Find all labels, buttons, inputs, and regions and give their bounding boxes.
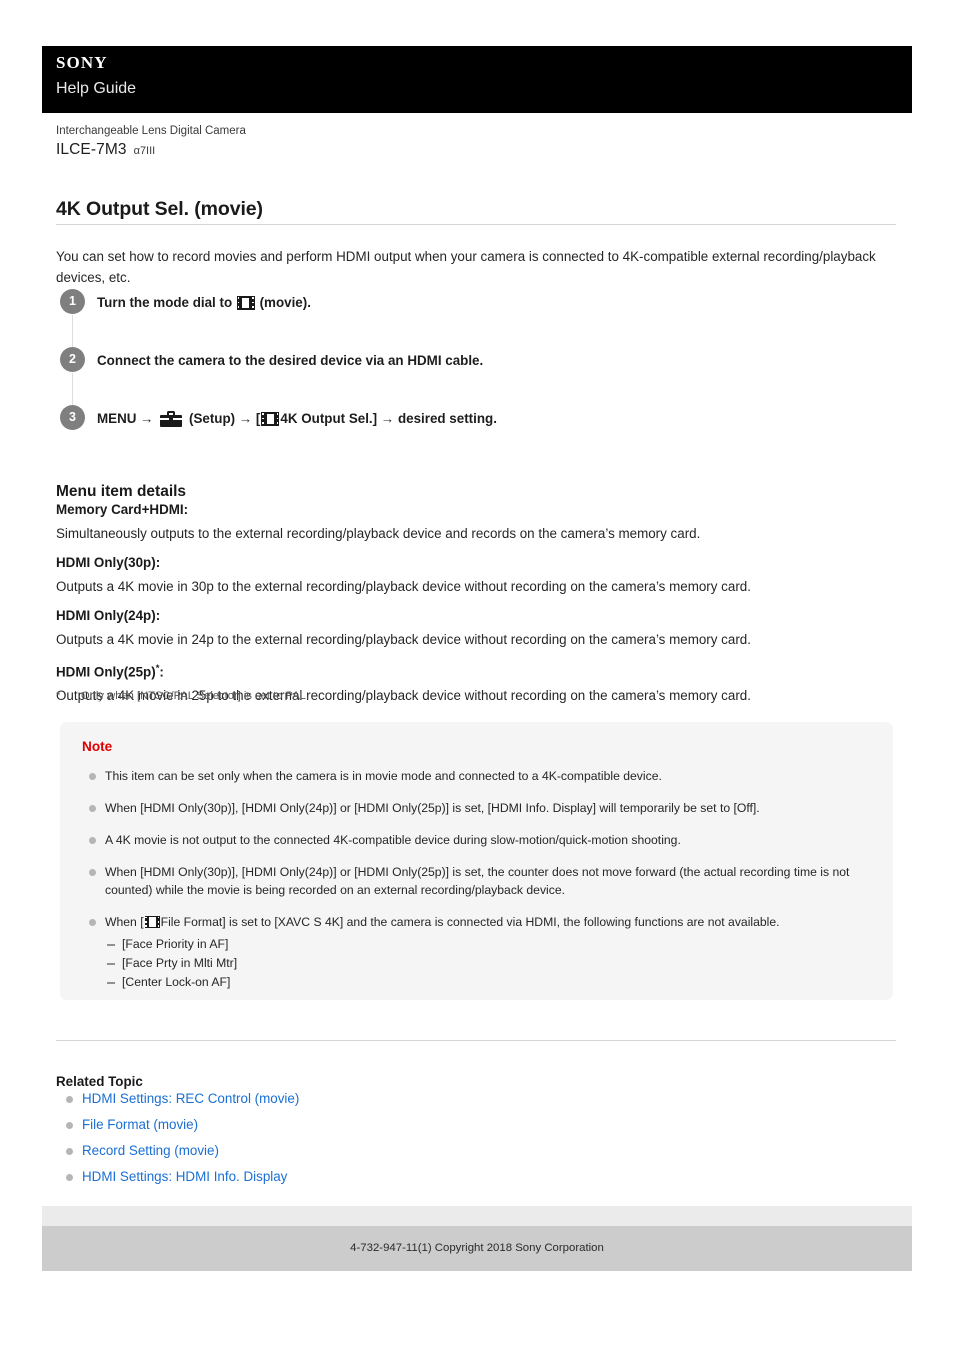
step-connector-line [72, 315, 73, 349]
menu-item-term: HDMI Only(24p): [56, 608, 161, 623]
menu-item-term: Memory Card+HDMI: [56, 502, 189, 517]
movie-film-icon [144, 916, 160, 928]
bullet-icon [66, 1174, 73, 1181]
menu-item-description: Outputs a 4K movie in 30p to the externa… [56, 579, 751, 594]
dash-icon [107, 982, 115, 984]
product-model: ILCE-7M3 [56, 141, 127, 158]
note-sub-item: [Center Lock-on AF] [105, 973, 871, 992]
footer-spacer [42, 1206, 912, 1226]
title-divider [56, 224, 896, 225]
note-sub-list: [Face Priority in AF] [Face Prty in Mlti… [105, 935, 871, 992]
site-header: SONY Help Guide [42, 46, 912, 113]
note-box: Note This item can be set only when the … [60, 722, 893, 1000]
bullet-icon [89, 837, 96, 844]
menu-item-description: Outputs a 4K movie in 24p to the externa… [56, 632, 751, 647]
bullet-icon [66, 1148, 73, 1155]
footnote-star: * [56, 690, 61, 702]
bullet-icon [89, 805, 96, 812]
bullet-icon [66, 1096, 73, 1103]
movie-film-icon [236, 295, 255, 310]
procedure-steps: 1 Turn the mode dial to (movie). 2 Conne… [60, 289, 900, 435]
note-sub-item-text: [Center Lock-on AF] [122, 975, 231, 989]
step-1-text-after: (movie). [255, 295, 311, 310]
note-items-list: This item can be set only when the camer… [82, 767, 871, 992]
related-topic-item: HDMI Settings: REC Control (movie) [56, 1086, 756, 1112]
step-number-badge: 3 [60, 405, 85, 430]
note-item-text: This item can be set only when the camer… [105, 769, 662, 783]
step-3: 3 MENU → (Setup) → [4K Output Sel.] → d… [60, 405, 900, 435]
menu-item-term-colon: : [159, 664, 164, 680]
dash-icon [107, 963, 115, 965]
movie-film-icon [261, 411, 280, 426]
note-item-text: When [HDMI Only(30p)], [HDMI Only(24p)] … [105, 865, 850, 897]
note-item: A 4K movie is not output to the connecte… [82, 831, 871, 849]
step-3-text: MENU → (Setup) → [4K Output Sel.] → des… [97, 405, 900, 429]
related-topic-list: HDMI Settings: REC Control (movie) File … [56, 1086, 756, 1190]
bullet-icon [89, 773, 96, 780]
footnote: * Only when [NTSC/PAL Selector] is set to… [56, 688, 309, 704]
step-1: 1 Turn the mode dial to (movie). [60, 289, 900, 349]
help-guide-title: Help Guide [56, 80, 137, 97]
step-2-text: Connect the camera to the desired device… [97, 347, 900, 371]
product-category: Interchangeable Lens Digital Camera [56, 125, 246, 137]
step-number-badge: 1 [60, 289, 85, 314]
intro-paragraph: You can set how to record movies and per… [56, 249, 876, 286]
step-3-setting-label: 4K Output Sel.] → desired setting. [280, 411, 497, 426]
footer-copyright: 4-732-947-11(1) Copyright 2018 Sony Corp… [42, 1226, 912, 1271]
step-connector-line [72, 373, 73, 407]
product-identification: Interchangeable Lens Digital Camera ILCE… [56, 124, 896, 159]
note-item-text: A 4K movie is not output to the connecte… [105, 833, 681, 847]
step-number-badge: 2 [60, 347, 85, 372]
note-item: When [HDMI Only(30p)], [HDMI Only(24p)] … [82, 863, 871, 899]
dash-icon [107, 944, 115, 946]
menu-item-term: HDMI Only(30p): [56, 555, 161, 570]
related-topic-divider [56, 1040, 896, 1041]
menu-item-term: HDMI Only(25p)*: [56, 659, 901, 682]
step-1-text-before: Turn the mode dial to [97, 295, 236, 310]
note-item-prefix: When [ [105, 915, 144, 929]
product-alias: α7III [133, 145, 156, 157]
menu-details-heading: Menu item details [56, 482, 187, 500]
step-2-label: Connect the camera to the desired device… [97, 353, 484, 368]
related-link-file-format[interactable]: File Format (movie) [82, 1117, 198, 1132]
product-name-row: ILCE-7M3 α7III [56, 141, 896, 159]
bullet-icon [89, 869, 96, 876]
note-item: This item can be set only when the camer… [82, 767, 871, 785]
related-link-rec-control[interactable]: HDMI Settings: REC Control (movie) [82, 1091, 299, 1106]
note-sub-item: [Face Priority in AF] [105, 935, 871, 954]
related-topic-item: File Format (movie) [56, 1112, 756, 1138]
note-item-text: When [HDMI Only(30p)], [HDMI Only(24p)] … [105, 801, 760, 815]
setup-toolbox-icon [160, 410, 183, 427]
bullet-icon [66, 1122, 73, 1129]
note-item-with-sublist: When [ File Format] is set to [XAVC S 4K]… [82, 913, 871, 992]
step-2: 2 Connect the camera to the desired devi… [60, 347, 900, 407]
menu-items-list: Memory Card+HDMI: Simultaneously outputs… [56, 500, 901, 706]
help-guide-page: SONY Help Guide Interchangeable Lens Dig… [0, 0, 954, 1351]
note-title: Note [82, 739, 113, 754]
step-3-setup-label: (Setup) → [ [185, 411, 261, 426]
menu-item-term-label: HDMI Only(25p) [56, 664, 156, 680]
note-item: When [HDMI Only(30p)], [HDMI Only(24p)] … [82, 799, 871, 817]
note-item-suffix: File Format] is set to [XAVC S 4K] and t… [160, 915, 780, 929]
step-1-text: Turn the mode dial to (movie). [97, 289, 900, 313]
related-topic-item: HDMI Settings: HDMI Info. Display [56, 1164, 756, 1190]
note-sub-item-text: [Face Prty in Mlti Mtr] [122, 956, 238, 970]
note-sub-item-text: [Face Priority in AF] [122, 937, 229, 951]
sony-logo: SONY [56, 53, 108, 72]
related-link-record-setting[interactable]: Record Setting (movie) [82, 1143, 219, 1158]
note-sub-item: [Face Prty in Mlti Mtr] [105, 954, 871, 973]
bullet-icon [89, 919, 96, 926]
related-topic-item: Record Setting (movie) [56, 1138, 756, 1164]
related-link-hdmi-info-display[interactable]: HDMI Settings: HDMI Info. Display [82, 1169, 287, 1184]
footnote-text: Only when [NTSC/PAL Selector] is set to … [81, 690, 309, 702]
step-3-menu-label: MENU → [97, 411, 158, 426]
menu-item-description: Simultaneously outputs to the external r… [56, 526, 701, 541]
page-title: 4K Output Sel. (movie) [56, 198, 263, 221]
